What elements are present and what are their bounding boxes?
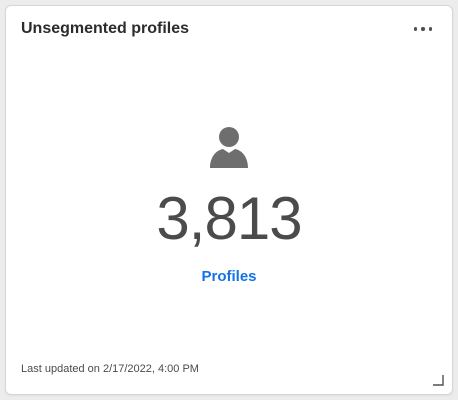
card-title: Unsegmented profiles	[21, 20, 190, 37]
profile-count: 3,813	[156, 185, 302, 252]
user-icon	[210, 127, 248, 168]
ellipsis-icon	[414, 27, 418, 31]
ellipsis-icon-dot	[421, 27, 425, 31]
ellipsis-icon-dot	[428, 27, 432, 31]
last-updated-text: Last updated on 2/17/2022, 4:00 PM	[21, 363, 199, 375]
unsegmented-profiles-card: Unsegmented profiles 3,813 Profiles Last…	[5, 5, 453, 395]
profiles-link[interactable]: Profiles	[201, 268, 256, 285]
profiles-link-container: Profiles	[6, 268, 452, 286]
resize-handle-icon[interactable]	[432, 374, 444, 386]
more-options-button[interactable]	[412, 20, 434, 38]
